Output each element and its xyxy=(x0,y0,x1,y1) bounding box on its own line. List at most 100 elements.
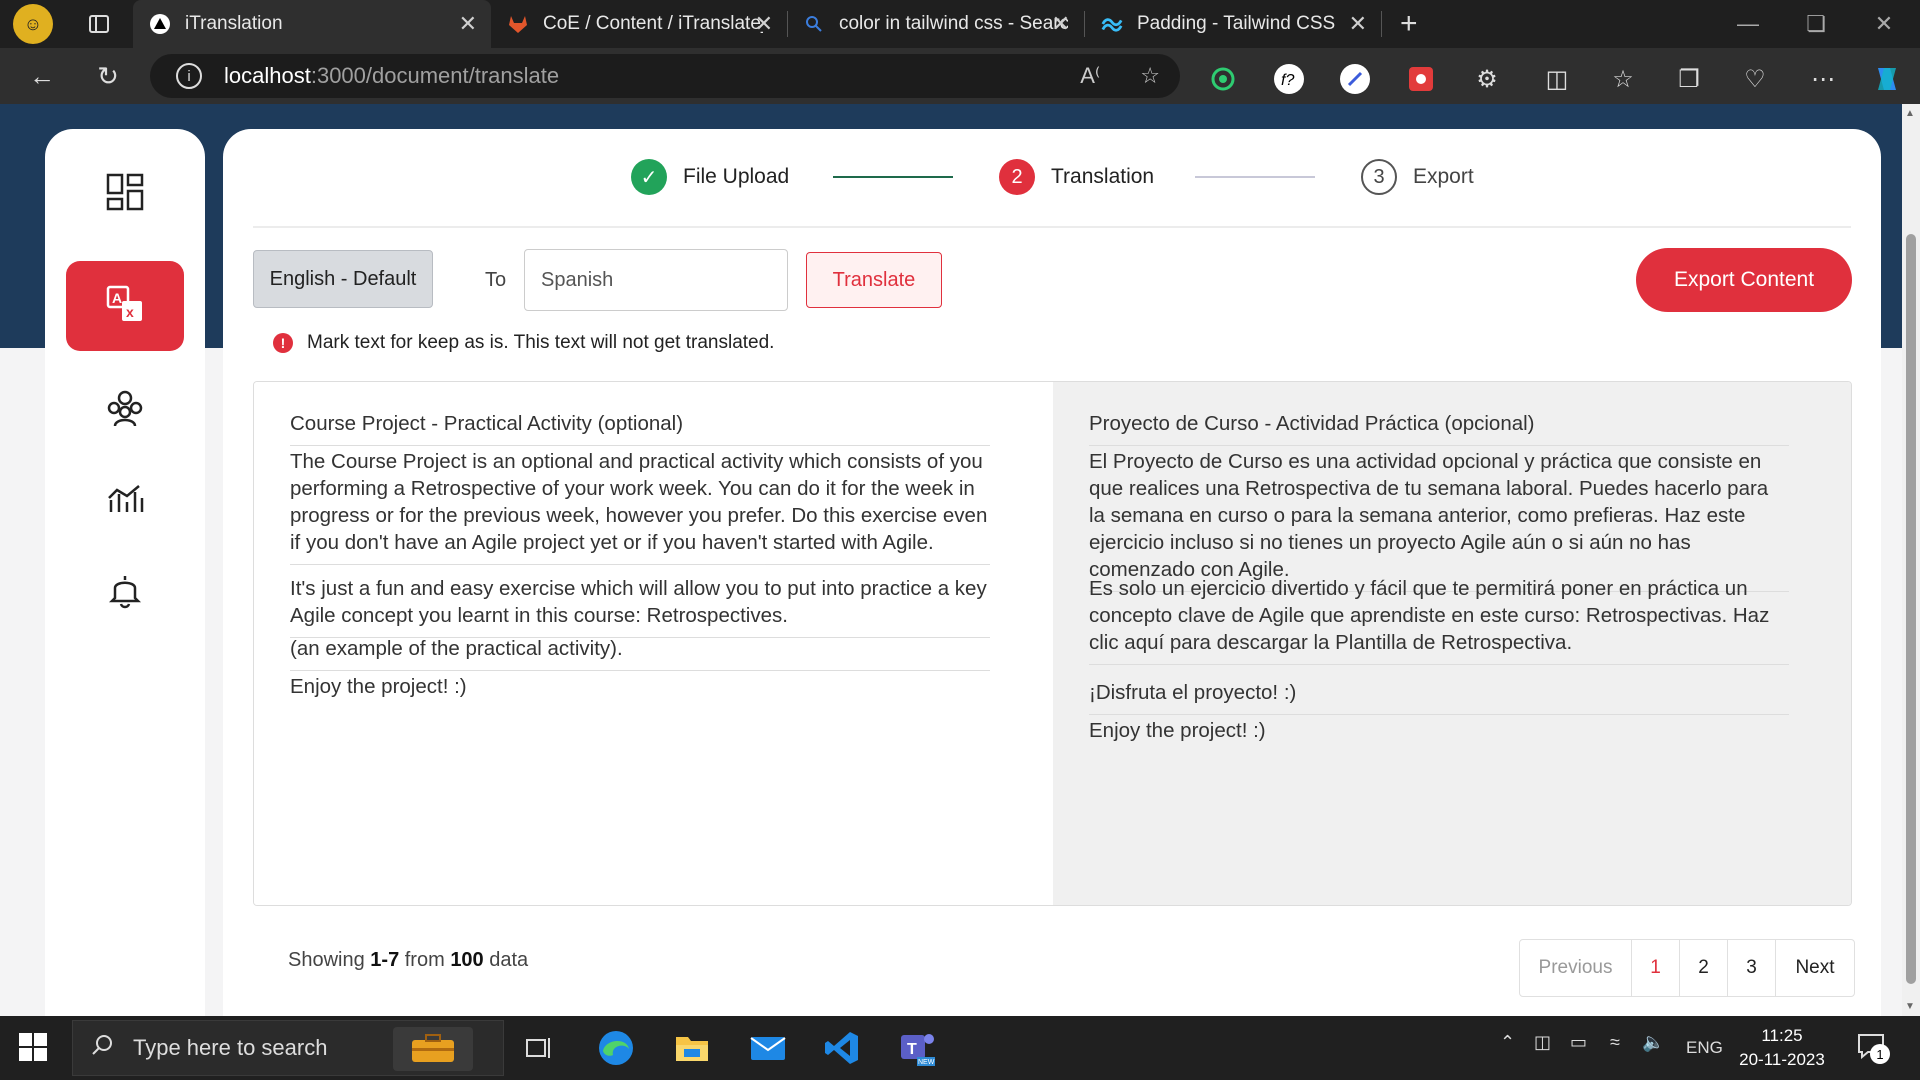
target-segment[interactable]: Proyecto de Curso - Actividad Práctica (… xyxy=(1089,410,1789,446)
formula-extension-icon[interactable]: f? xyxy=(1272,62,1306,96)
tab-search[interactable]: color in tailwind css - Search ✕ xyxy=(788,0,1084,48)
edge-browser-icon[interactable] xyxy=(596,1028,636,1068)
sidebar-item-notifications[interactable] xyxy=(66,547,184,637)
source-segment[interactable]: Course Project - Practical Activity (opt… xyxy=(290,410,990,446)
notification-center-icon[interactable]: 1 xyxy=(1856,1030,1892,1066)
extensions-puzzle-icon[interactable]: ⚙ xyxy=(1470,62,1504,96)
page-1-button[interactable]: 1 xyxy=(1632,940,1680,996)
close-tab-icon[interactable]: ✕ xyxy=(1349,11,1367,37)
battery-icon[interactable]: ▭ xyxy=(1570,1032,1587,1053)
bell-icon xyxy=(105,570,145,615)
tab-tailwind[interactable]: Padding - Tailwind CSS ✕ xyxy=(1085,0,1381,48)
tab-itranslation[interactable]: iTranslation ✕ xyxy=(133,0,491,48)
wifi-icon[interactable]: ≈ xyxy=(1610,1032,1620,1053)
device-icon[interactable]: ◫ xyxy=(1534,1032,1551,1053)
divider xyxy=(253,226,1851,228)
restore-icon[interactable]: ❏ xyxy=(1786,0,1846,48)
translate-button[interactable]: Translate xyxy=(806,252,942,308)
profile-avatar[interactable]: ☺ xyxy=(13,4,53,44)
windows-start-icon[interactable] xyxy=(18,1032,50,1064)
extension-circle-icon[interactable] xyxy=(1206,62,1240,96)
red-extension-icon[interactable] xyxy=(1404,62,1438,96)
vscode-icon[interactable] xyxy=(822,1028,862,1068)
export-content-button[interactable]: Export Content xyxy=(1636,248,1852,312)
split-screen-icon[interactable]: ◫ xyxy=(1540,62,1574,96)
close-tab-icon[interactable]: ✕ xyxy=(459,11,477,37)
source-segment[interactable]: Enjoy the project! :) xyxy=(290,673,990,708)
tab-gitlab[interactable]: CoE / Content / iTranslate_New_U ✕ xyxy=(491,0,787,48)
refresh-icon[interactable]: ↻ xyxy=(84,52,132,100)
favorite-star-icon[interactable]: ☆ xyxy=(1140,63,1160,89)
previous-button[interactable]: Previous xyxy=(1520,940,1632,996)
target-segment[interactable]: Enjoy the project! :) xyxy=(1089,717,1789,752)
back-icon[interactable]: ← xyxy=(18,52,66,100)
showing-count: Showing 1-7 from 100 data xyxy=(288,949,528,972)
url-field[interactable]: i localhost:3000/document/translate A⁽ ☆ xyxy=(150,54,1180,98)
file-explorer-icon[interactable] xyxy=(672,1028,712,1068)
briefcase-icon[interactable] xyxy=(393,1027,473,1071)
volume-icon[interactable]: 🔈 xyxy=(1642,1032,1664,1053)
source-segment[interactable]: The Course Project is an optional and pr… xyxy=(290,448,990,565)
target-segment[interactable]: Es solo un ejercicio divertido y fácil q… xyxy=(1089,575,1789,665)
to-label: To xyxy=(485,269,507,291)
search-icon xyxy=(91,1033,115,1063)
favorites-icon[interactable]: ☆ xyxy=(1606,62,1640,96)
from-label: from xyxy=(404,949,445,971)
close-tab-icon[interactable]: ✕ xyxy=(1052,11,1070,37)
source-segment[interactable]: It's just a fun and easy exercise which … xyxy=(290,575,990,638)
step-file-upload[interactable]: ✓ File Upload xyxy=(631,159,789,195)
scrollbar-thumb[interactable] xyxy=(1906,234,1916,984)
tab-separator xyxy=(1381,11,1382,37)
show-hidden-icons[interactable]: ⌃ xyxy=(1500,1032,1515,1053)
gitlab-icon xyxy=(507,13,529,35)
minimize-icon[interactable]: — xyxy=(1718,0,1778,48)
svg-text:f?: f? xyxy=(1281,72,1294,89)
svg-text:A: A xyxy=(112,290,122,306)
sidebar-item-analytics[interactable] xyxy=(66,455,184,545)
target-segment[interactable]: ¡Disfruta el proyecto! :) xyxy=(1089,679,1789,715)
read-aloud-icon[interactable]: A⁽ xyxy=(1080,63,1100,89)
close-tab-icon[interactable]: ✕ xyxy=(755,11,773,37)
source-language-select[interactable]: English - Default xyxy=(253,250,433,308)
users-icon xyxy=(105,388,145,433)
taskbar-search[interactable]: Type here to search xyxy=(72,1020,504,1076)
page-2-button[interactable]: 2 xyxy=(1680,940,1728,996)
mail-icon[interactable] xyxy=(748,1028,788,1068)
clock-date: 20-11-2023 xyxy=(1739,1050,1825,1069)
copilot-icon[interactable] xyxy=(1870,62,1904,96)
page-3-button[interactable]: 3 xyxy=(1728,940,1776,996)
step-number: 3 xyxy=(1361,159,1397,195)
collections-icon[interactable]: ❐ xyxy=(1672,62,1706,96)
pen-extension-icon[interactable] xyxy=(1338,62,1372,96)
target-language-field[interactable]: Spanish xyxy=(524,249,788,311)
sidebar-item-users[interactable] xyxy=(66,365,184,455)
step-connector xyxy=(1195,176,1315,178)
svg-text:NEW: NEW xyxy=(918,1059,935,1066)
step-translation[interactable]: 2 Translation xyxy=(999,159,1154,195)
system-clock[interactable]: 11:25 20-11-2023 xyxy=(1712,1024,1852,1072)
clock-time: 11:25 xyxy=(1761,1026,1803,1045)
scroll-down-icon[interactable]: ▼ xyxy=(1905,1001,1915,1012)
close-window-icon[interactable]: ✕ xyxy=(1854,0,1914,48)
task-view-icon[interactable] xyxy=(520,1028,560,1068)
scroll-up-icon[interactable]: ▲ xyxy=(1905,108,1915,119)
sidebar-item-dashboard[interactable] xyxy=(66,149,184,239)
svg-text:T: T xyxy=(907,1041,917,1058)
step-export[interactable]: 3 Export xyxy=(1361,159,1474,195)
translation-panels: Course Project - Practical Activity (opt… xyxy=(253,381,1852,906)
more-icon[interactable]: ⋯ xyxy=(1806,62,1840,96)
tab-actions-icon[interactable] xyxy=(79,4,119,44)
teams-icon[interactable]: T NEW xyxy=(898,1028,938,1068)
sidebar-item-translate[interactable]: Ax xyxy=(66,261,184,351)
step-label: File Upload xyxy=(683,165,790,188)
performance-icon[interactable]: ♡ xyxy=(1738,62,1772,96)
page-scrollbar[interactable]: ▲ ▼ xyxy=(1902,104,1920,1016)
source-panel: Course Project - Practical Activity (opt… xyxy=(254,382,1053,905)
source-segment[interactable]: (an example of the practical activity). xyxy=(290,635,990,671)
alert-icon: ! xyxy=(273,333,293,353)
target-segment[interactable]: El Proyecto de Curso es una actividad op… xyxy=(1089,448,1789,592)
next-button[interactable]: Next xyxy=(1776,940,1854,996)
new-tab-icon[interactable]: + xyxy=(1400,7,1418,41)
triangle-logo-icon xyxy=(149,13,171,35)
site-info-icon[interactable]: i xyxy=(176,63,202,89)
